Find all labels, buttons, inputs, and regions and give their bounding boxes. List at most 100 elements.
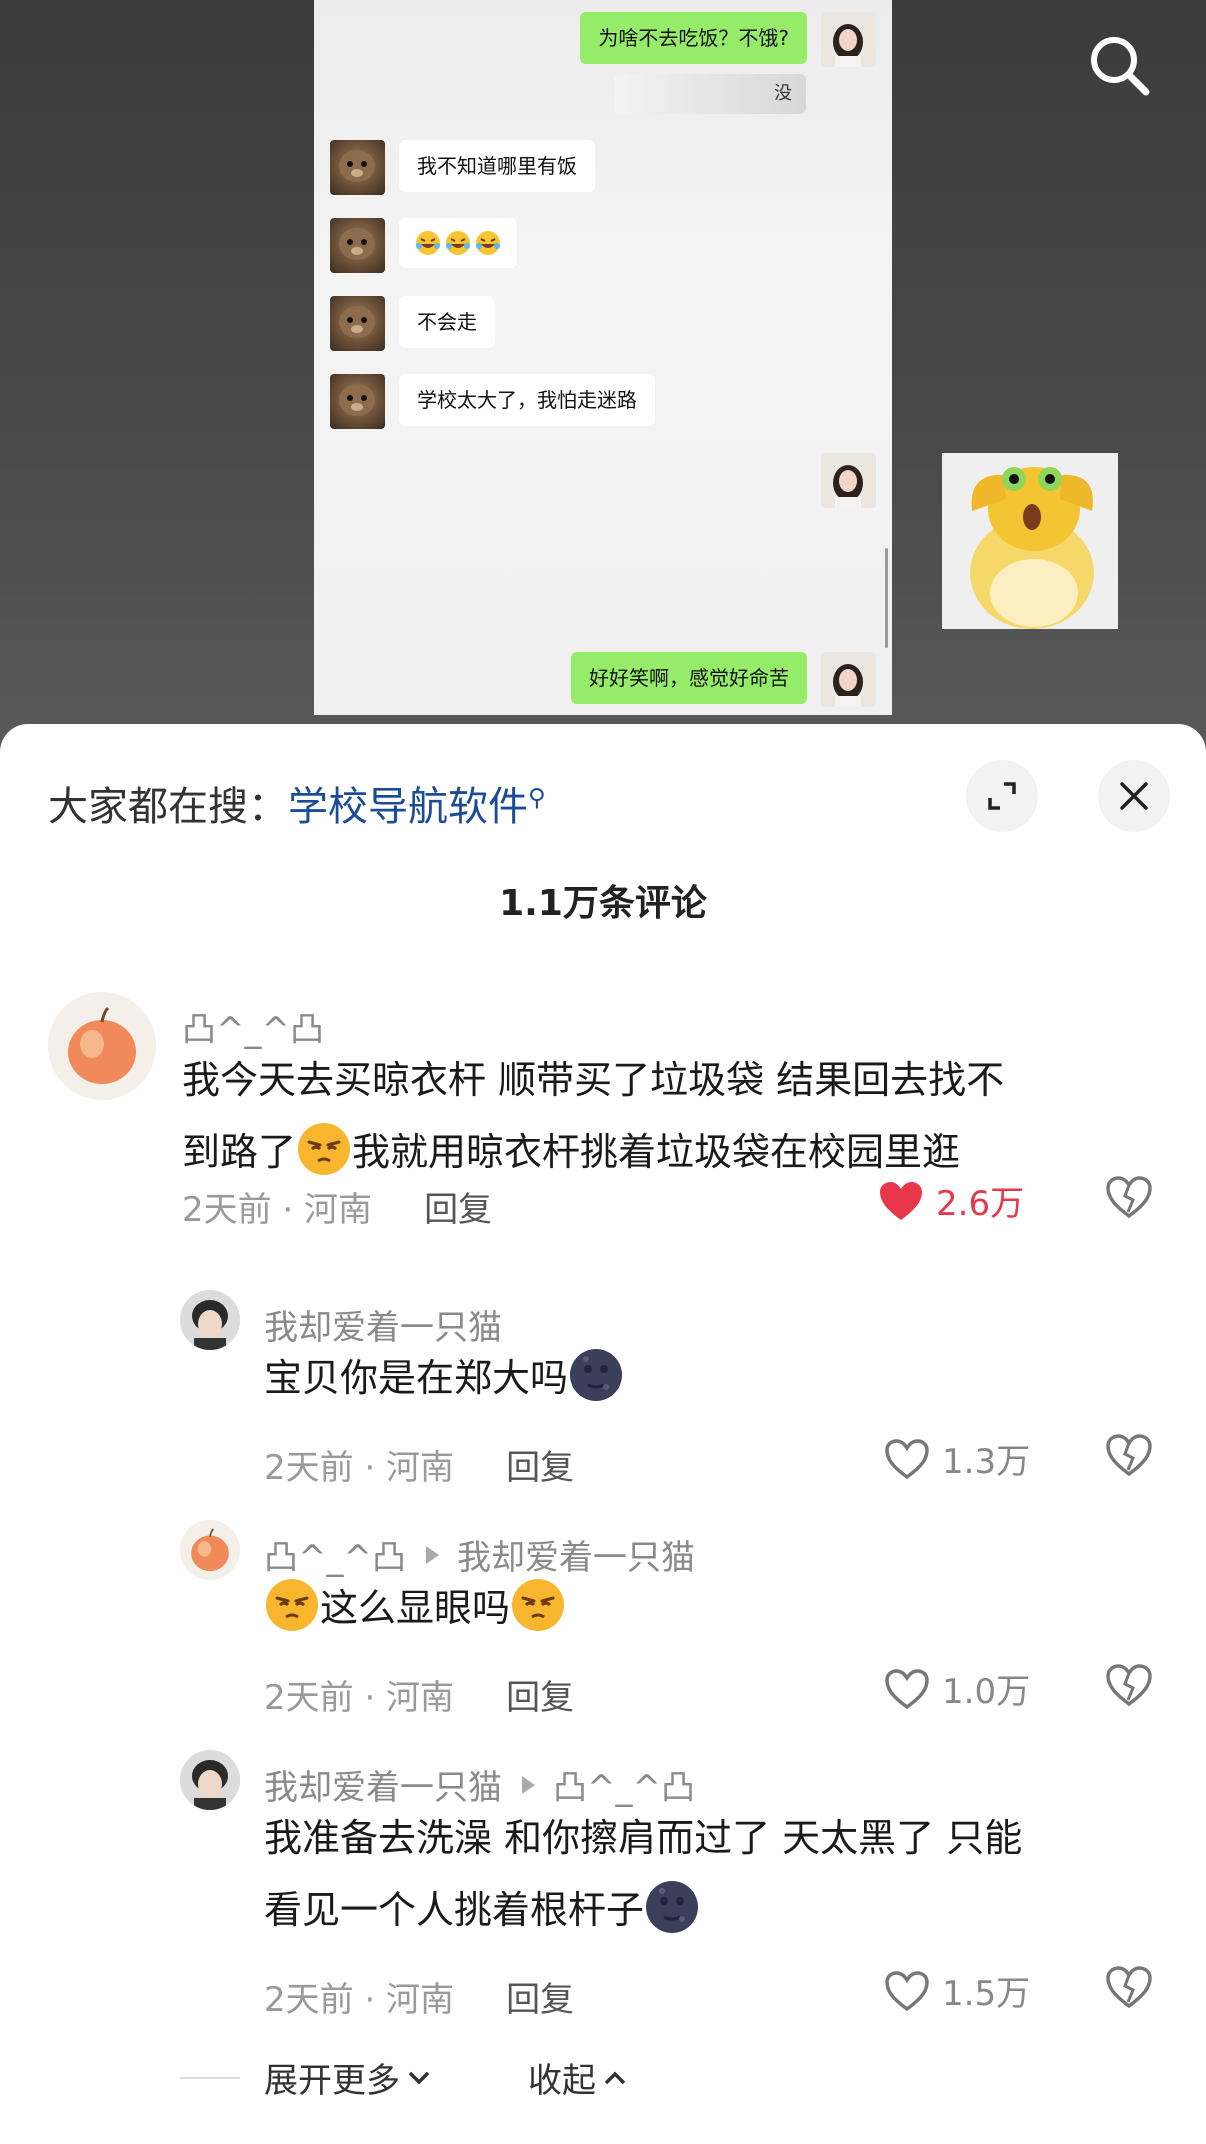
dislike-button[interactable] — [1106, 1664, 1152, 1710]
dislike-button[interactable] — [1106, 1434, 1152, 1480]
comment-text-part: 到路了 — [182, 1130, 297, 1174]
laughing-crying-icon — [446, 231, 470, 255]
comment-text-part: 宝贝你是在郑大吗 — [264, 1356, 569, 1400]
comment-text-line: 我准备去洗澡 和你擦肩而过了 天太黑了 只能 — [264, 1816, 1023, 1860]
heart-outline-icon — [885, 1438, 929, 1479]
chat-message-sent — [821, 453, 876, 508]
chat-message-received — [330, 218, 517, 273]
comment-sheet: 大家都在搜：学校导航软件⚲ 1.1万条评论 凸^_^凸 我今天去买晾衣杆 顺带买… — [0, 724, 1206, 2144]
heart-outline-icon — [885, 1668, 929, 1709]
dog-avatar-icon — [330, 218, 385, 273]
apple-avatar-icon — [180, 1520, 240, 1580]
comment-meta: 2天前 · 河南 回复 — [264, 1670, 574, 1719]
chat-screenshot: 为啥不去吃饭？不饿? 没 我不知道哪里有饭 不会走 学校太大了，我怕走迷路 好好… — [314, 0, 1118, 715]
like-button[interactable]: 2.6万 — [878, 1176, 1024, 1225]
reply-arrow-icon — [425, 1545, 439, 1564]
close-button[interactable] — [1098, 760, 1170, 832]
comment-time-location: 2天前 · 河南 — [264, 1980, 455, 2020]
girl-avatar-icon — [821, 12, 876, 67]
close-icon — [1120, 782, 1148, 810]
girl-avatar-icon — [821, 652, 876, 707]
chat-message-received: 不会走 — [330, 296, 495, 351]
comment-time-location: 2天前 · 河南 — [264, 1678, 455, 1718]
chat-bubble: 我不知道哪里有饭 — [399, 140, 595, 192]
expand-button[interactable] — [966, 760, 1038, 832]
laughing-emoji-bubble — [399, 218, 517, 268]
reply-button[interactable]: 回复 — [506, 1972, 574, 2021]
broken-heart-icon — [1106, 1664, 1152, 1707]
broken-heart-icon — [1106, 1434, 1152, 1477]
divider — [180, 2076, 240, 2079]
avatar[interactable] — [180, 1520, 240, 1580]
reply-button[interactable]: 回复 — [424, 1182, 492, 1231]
comment-text: 我今天去买晾衣杆 顺带买了垃圾袋 结果回去找不 到路了 我就用晾衣杆挑着垃圾袋在校… — [182, 1044, 1182, 1188]
comment-text-part: 看见一个人挑着根杆子 — [264, 1888, 645, 1932]
dog-avatar-icon — [330, 296, 385, 351]
expand-more-button[interactable]: 展开更多 — [264, 2053, 432, 2102]
hot-search-prefix: 大家都在搜： — [48, 784, 288, 830]
heart-outline-icon — [885, 1970, 929, 2011]
comment-text: 这么显眼吗 — [264, 1572, 1164, 1644]
replies-footer: 展开更多 收起 — [180, 2053, 628, 2102]
search-small-icon: ⚲ — [528, 783, 546, 812]
like-count: 1.3万 — [942, 1442, 1031, 1482]
comment-count: 1.1万条评论 — [499, 883, 707, 924]
chat-message-sent: 没 — [614, 74, 806, 114]
search-icon — [1091, 37, 1150, 96]
broken-heart-icon — [1106, 1966, 1152, 2009]
search-button[interactable] — [1084, 30, 1154, 100]
like-button[interactable]: 1.3万 — [884, 1434, 1030, 1483]
dog-avatar-icon — [330, 374, 385, 429]
chat-bubble: 好好笑啊，感觉好命苦 — [571, 652, 807, 704]
comment-time-location: 2天前 · 河南 — [264, 1448, 455, 1488]
boy-avatar-icon — [180, 1750, 240, 1810]
expand-icon — [988, 782, 1016, 810]
broken-heart-icon — [1106, 1176, 1152, 1219]
laughing-crying-icon — [416, 231, 440, 255]
shocked-yellow-creature-sticker — [942, 453, 1118, 629]
avatar[interactable] — [180, 1750, 240, 1810]
like-button[interactable]: 1.0万 — [884, 1664, 1030, 1713]
smirk-emoji-icon — [512, 1579, 565, 1631]
reply-button[interactable]: 回复 — [506, 1440, 574, 1489]
comment-text-line: 看见一个人挑着根杆子 — [264, 1874, 1164, 1946]
chat-bubble: 不会走 — [399, 296, 495, 348]
dark-moon-face-icon — [646, 1881, 699, 1933]
dark-moon-face-icon — [570, 1349, 623, 1401]
chat-scrollbar — [885, 548, 888, 648]
video-area[interactable]: 为啥不去吃饭？不饿? 没 我不知道哪里有饭 不会走 学校太大了，我怕走迷路 好好… — [0, 0, 1206, 760]
comment-text-part: 我就用晾衣杆挑着垃圾袋在校园里逛 — [352, 1130, 961, 1174]
hot-search-bar[interactable]: 大家都在搜：学校导航软件⚲ — [48, 774, 546, 832]
dislike-button[interactable] — [1106, 1966, 1152, 2012]
like-count: 2.6万 — [936, 1184, 1025, 1224]
comment-meta: 2天前 · 河南 回复 — [264, 1440, 574, 1489]
chevron-up-icon — [604, 2071, 626, 2084]
comment-text-line: 到路了 我就用晾衣杆挑着垃圾袋在校园里逛 — [182, 1116, 1182, 1188]
like-button[interactable]: 1.5万 — [884, 1966, 1030, 2015]
expand-more-label: 展开更多 — [264, 2061, 400, 2101]
comment-time-location: 2天前 · 河南 — [182, 1190, 373, 1230]
heart-filled-icon — [880, 1181, 922, 1220]
chat-message-received: 我不知道哪里有饭 — [330, 140, 595, 195]
comment-text: 我准备去洗澡 和你擦肩而过了 天太黑了 只能 看见一个人挑着根杆子 — [264, 1802, 1164, 1946]
boy-avatar-icon — [180, 1290, 240, 1350]
chevron-down-icon — [408, 2071, 430, 2084]
chat-message-sent: 为啥不去吃饭？不饿? — [580, 12, 876, 67]
like-count: 1.0万 — [942, 1672, 1031, 1712]
hot-search-keyword[interactable]: 学校导航软件 — [288, 784, 528, 830]
chat-bubble-blurred: 没 — [614, 74, 806, 114]
comment-text-line: 我今天去买晾衣杆 顺带买了垃圾袋 结果回去找不 — [182, 1058, 1005, 1102]
apple-avatar-icon — [48, 992, 156, 1100]
avatar[interactable] — [180, 1290, 240, 1350]
dislike-button[interactable] — [1106, 1176, 1152, 1222]
comment-meta: 2天前 · 河南 回复 — [264, 1972, 574, 2021]
reply-button[interactable]: 回复 — [506, 1670, 574, 1719]
dog-avatar-icon — [330, 140, 385, 195]
chat-message-received: 学校太大了，我怕走迷路 — [330, 374, 655, 429]
collapse-button[interactable]: 收起 — [528, 2053, 628, 2102]
collapse-label: 收起 — [528, 2061, 596, 2101]
smirk-emoji-icon — [298, 1123, 351, 1175]
smirk-emoji-icon — [266, 1579, 318, 1631]
avatar[interactable] — [48, 992, 156, 1100]
reply-arrow-icon — [522, 1775, 535, 1794]
